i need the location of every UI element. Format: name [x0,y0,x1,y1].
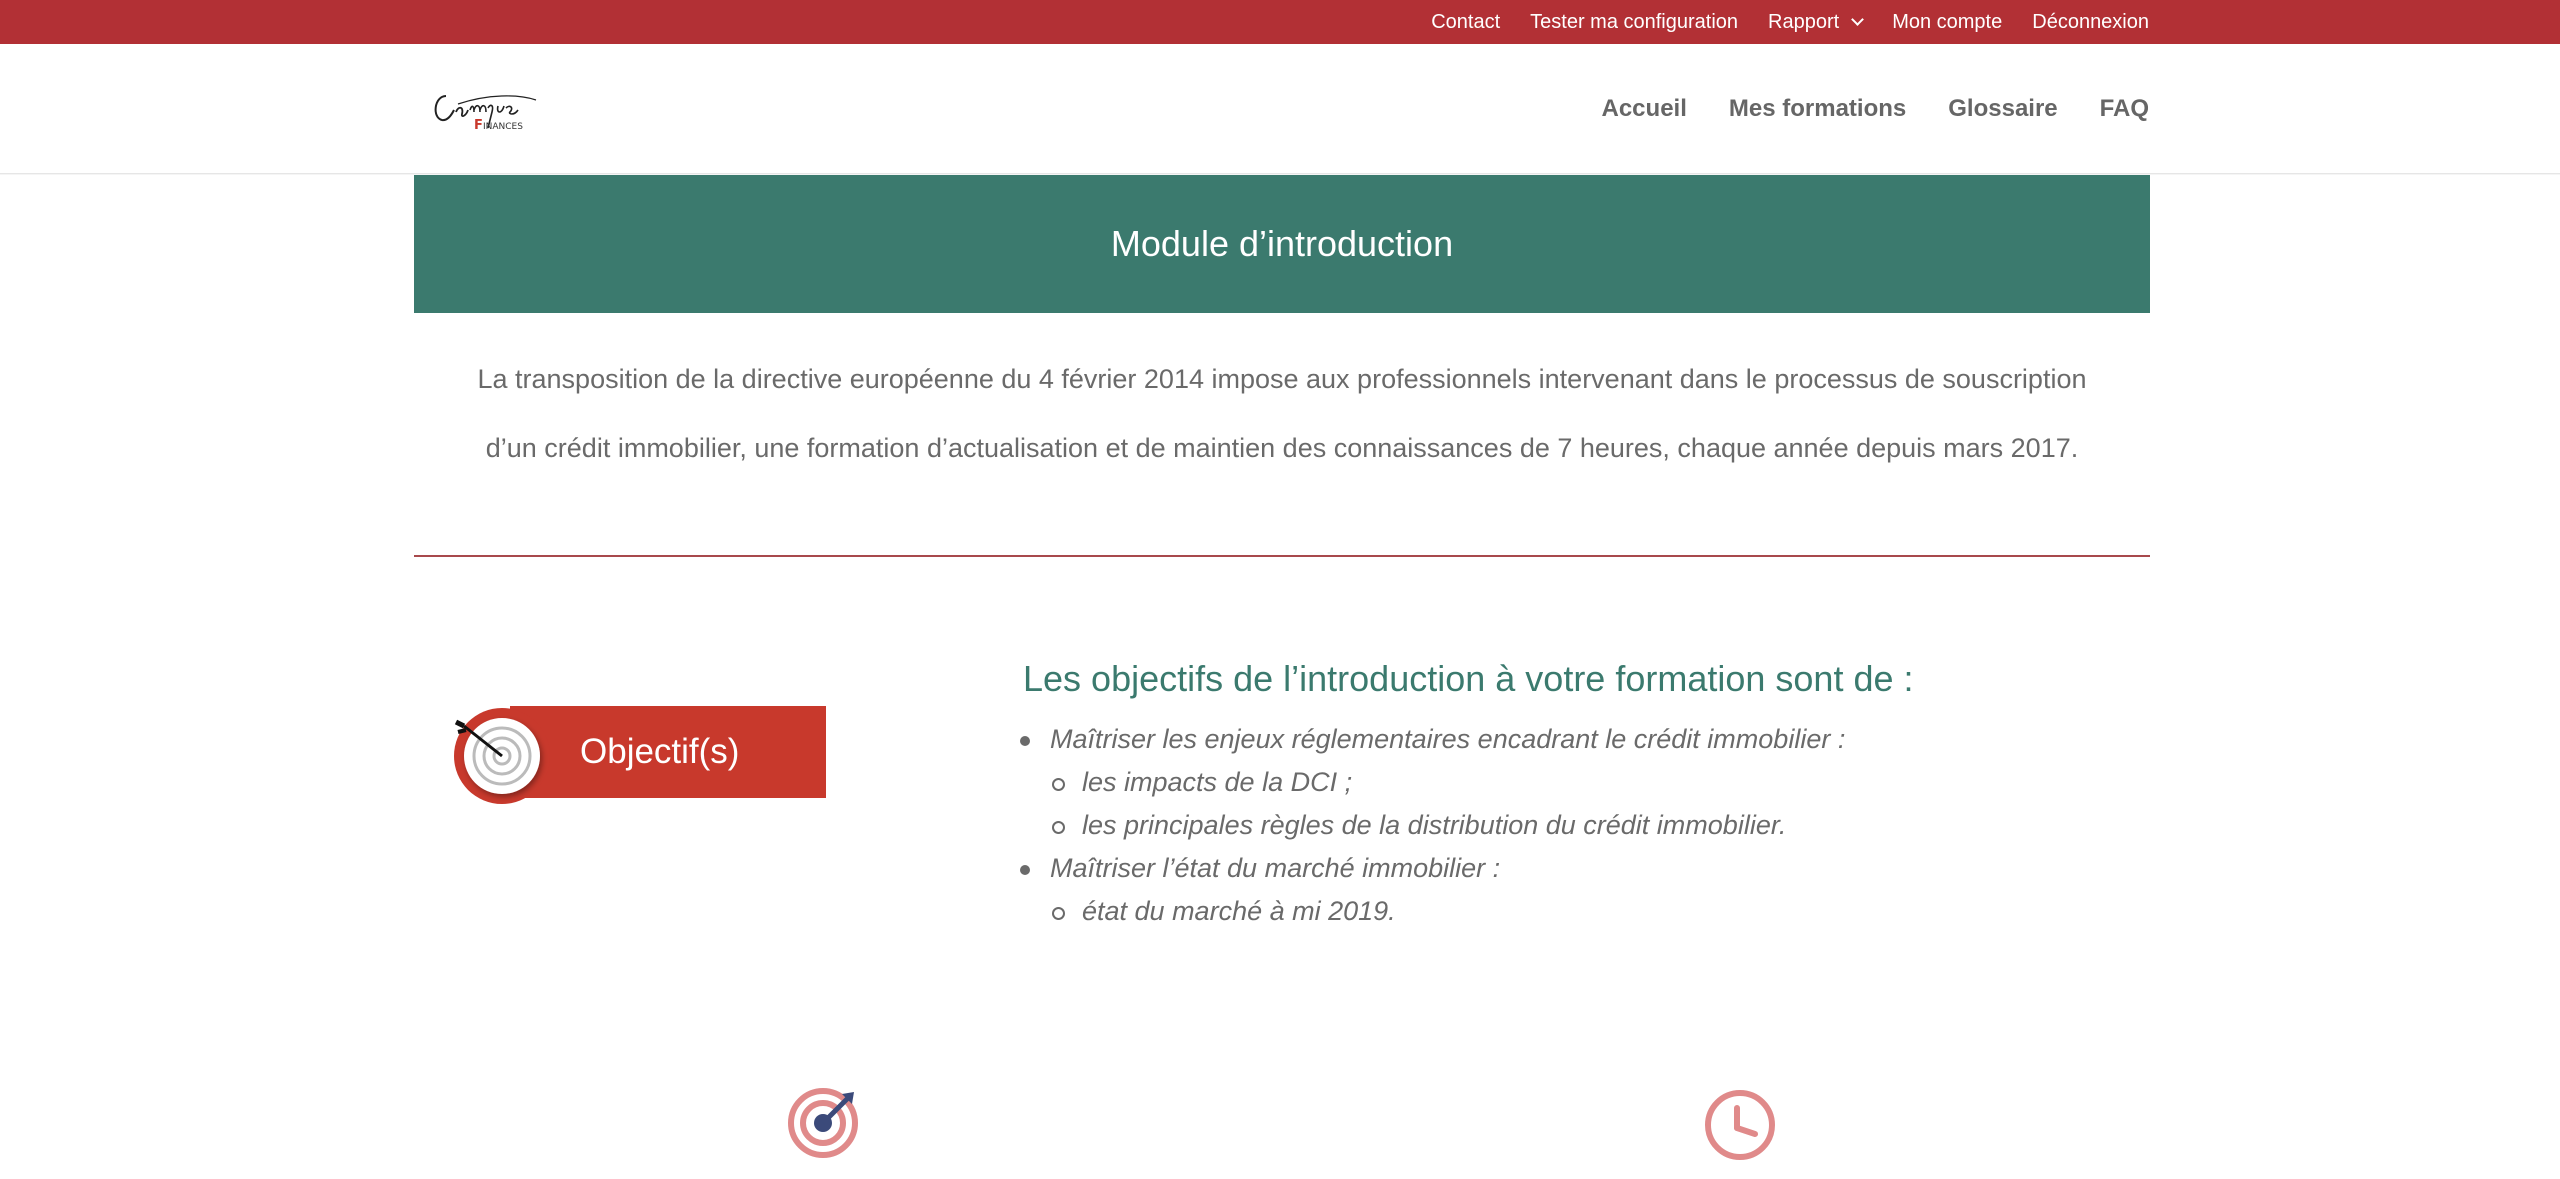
module-banner: Module d’introduction [414,175,2150,313]
campus-finances-logo-icon: F INANCES [434,95,537,133]
list-item: les impacts de la DCI ; [1020,761,1845,804]
top-nav-contact[interactable]: Contact [1431,11,1500,34]
list-item: les principales règles de la distributio… [1020,804,1845,847]
objectives-title: Les objectifs de l’introduction à votre … [1023,658,1914,699]
svg-text:INANCES: INANCES [483,122,523,132]
top-nav-mon-compte[interactable]: Mon compte [1892,11,2002,34]
clock-icon [1703,1088,1777,1162]
top-bar: Contact Tester ma configuration Rapport … [0,0,2560,44]
intro-line-2: d’un crédit immobilier, une formation d’… [485,433,2079,463]
site-logo[interactable]: F INANCES [428,74,548,144]
objectives-list: Maîtriser les enjeux réglementaires enca… [1020,718,1845,933]
nav-accueil[interactable]: Accueil [1602,95,1687,123]
list-item: Maîtriser les enjeux réglementaires enca… [1020,718,1845,761]
objectif-badge-label: Objectif(s) [580,732,740,771]
intro-line-1: La transposition de la directive europée… [477,364,2087,394]
target-icon [786,1086,860,1160]
target-icon [452,704,552,804]
chevron-down-icon [1851,12,1865,26]
top-nav-rapport[interactable]: Rapport [1768,10,1865,34]
list-item: Maîtriser l’état du marché immobilier : [1020,847,1845,890]
main-nav: Accueil Mes formations Glossaire FAQ [1602,44,2150,174]
page-title: Module d’introduction [1110,223,1454,264]
intro-text: La transposition de la directive europée… [414,345,2150,483]
top-nav-tester-configuration[interactable]: Tester ma configuration [1530,11,1738,34]
top-nav-deconnexion[interactable]: Déconnexion [2032,11,2149,34]
top-nav: Contact Tester ma configuration Rapport … [1431,0,2149,44]
list-item: état du marché à mi 2019. [1020,890,1845,933]
nav-glossaire[interactable]: Glossaire [1948,95,2057,123]
objectif-badge: Objectif(s) [450,700,830,810]
nav-mes-formations[interactable]: Mes formations [1729,95,1906,123]
top-nav-rapport-label: Rapport [1768,10,1840,33]
svg-text:F: F [474,118,483,133]
nav-faq[interactable]: FAQ [2100,95,2149,123]
site-header: F INANCES Accueil Mes formations Glossai… [0,44,2560,174]
section-divider [414,555,2150,557]
